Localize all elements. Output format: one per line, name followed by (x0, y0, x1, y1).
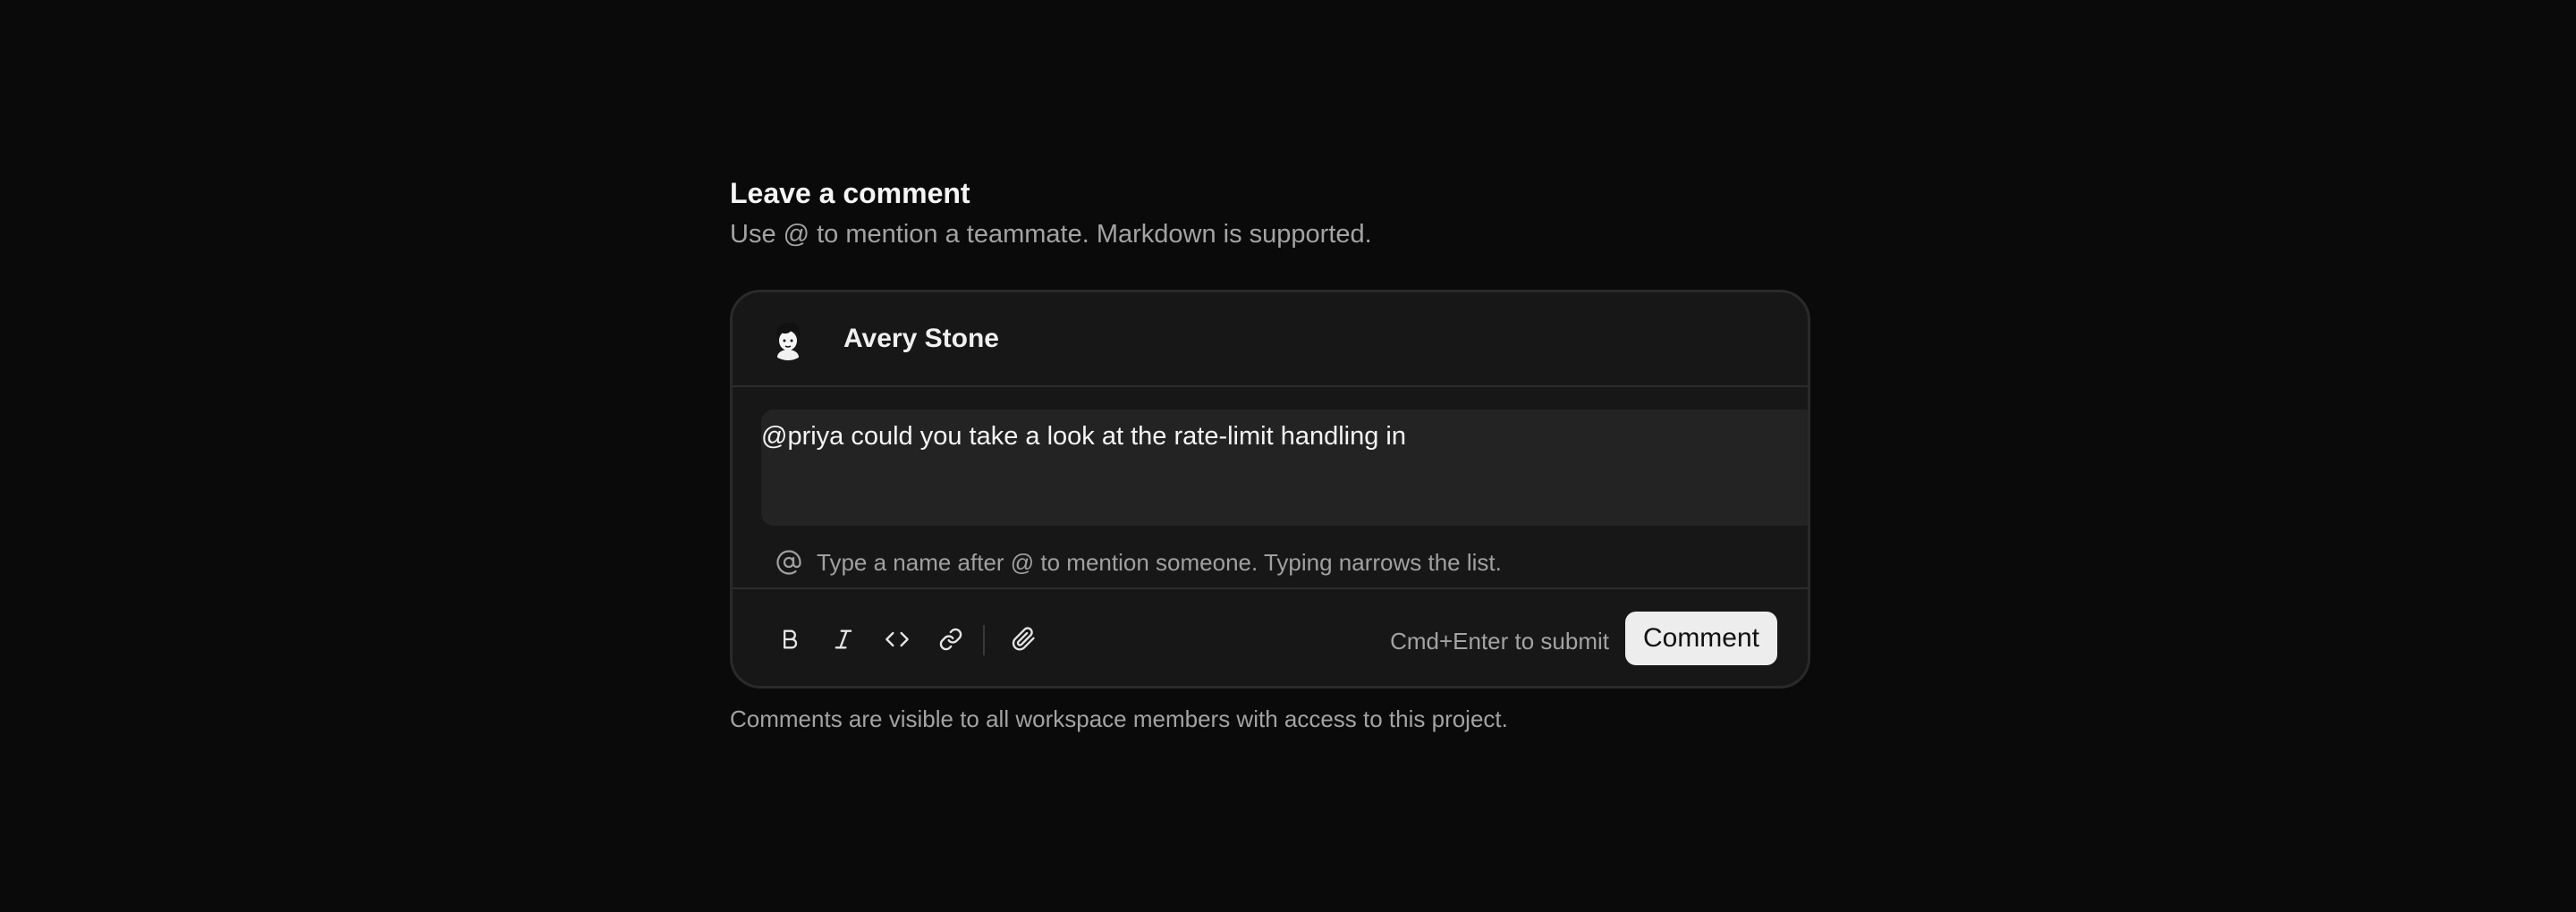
author-name: Avery Stone (843, 324, 999, 353)
toolbar-divider (983, 625, 985, 655)
comment-submit-button[interactable]: Comment (1625, 612, 1777, 665)
code-button[interactable] (872, 614, 922, 664)
section-title: Leave a comment (730, 177, 970, 209)
attach-button[interactable] (999, 614, 1049, 664)
link-icon (939, 628, 962, 651)
paperclip-icon (1012, 627, 1035, 651)
composer-header: Avery Stone (733, 292, 1808, 387)
comment-section: Leave a comment Use @ to mention a teamm… (730, 170, 1846, 737)
composer-toolbar: Cmd+Enter to submit Comment (733, 587, 1808, 686)
comment-textarea[interactable]: @priya could you take a look at the rate… (761, 410, 1808, 526)
mention-hint-text: Type a name after @ to mention someone. … (817, 548, 1502, 576)
submit-shortcut-hint: Cmd+Enter to submit (1390, 628, 1609, 654)
link-button[interactable] (926, 614, 976, 664)
comment-text: @priya could you take a look at the rate… (761, 422, 1406, 451)
comment-composer: Avery Stone @priya could you take a look… (730, 290, 1810, 688)
at-sign-icon (776, 550, 801, 575)
italic-button[interactable] (818, 614, 869, 664)
italic-icon (835, 629, 852, 649)
code-icon (886, 631, 909, 647)
bold-icon (784, 629, 798, 649)
section-subtitle: Use @ to mention a teammate. Markdown is… (730, 220, 1372, 249)
mention-hint: Type a name after @ to mention someone. … (775, 545, 1502, 580)
avatar (767, 317, 809, 360)
avatar-illustration-icon (767, 317, 809, 360)
bold-button[interactable] (765, 614, 815, 664)
visibility-note: Comments are visible to all workspace me… (730, 705, 1508, 732)
